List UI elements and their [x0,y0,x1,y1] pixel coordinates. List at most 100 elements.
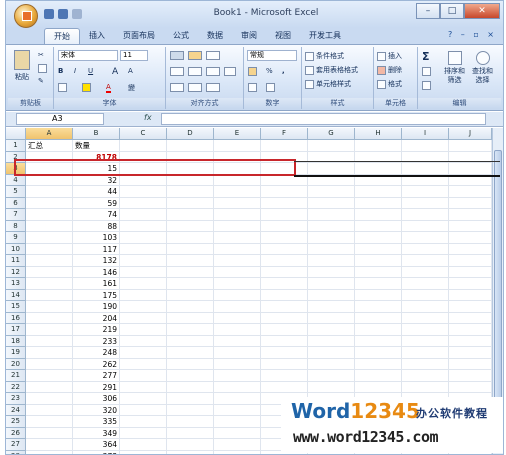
cell-d22[interactable] [167,381,214,393]
align-bottom-icon[interactable] [206,51,220,60]
row-header[interactable]: 27 [6,439,26,451]
row-header[interactable]: 25 [6,416,26,428]
cell-i12[interactable] [402,266,449,278]
cell-g7[interactable] [308,209,355,221]
column-header-h[interactable]: H [355,128,402,140]
cell-a10[interactable] [26,243,73,255]
orientation-icon[interactable] [206,83,220,92]
tab-0[interactable]: 开始 [44,28,80,44]
copy-icon[interactable] [38,64,47,73]
cell-a21[interactable] [26,370,73,382]
cell-d13[interactable] [167,278,214,290]
cell-i11[interactable] [402,255,449,267]
cell-h16[interactable] [355,312,402,324]
cell-e16[interactable] [214,312,261,324]
cell-f11[interactable] [261,255,308,267]
cell-a7[interactable] [26,209,73,221]
cell-c17[interactable] [120,324,167,336]
cell-g10[interactable] [308,243,355,255]
cell-e4[interactable] [214,174,261,186]
cell-e22[interactable] [214,381,261,393]
cell-e14[interactable] [214,289,261,301]
cell-f22[interactable] [261,381,308,393]
cell-g12[interactable] [308,266,355,278]
cell-j10[interactable] [449,243,492,255]
row-header[interactable]: 22 [6,381,26,393]
cell-a9[interactable] [26,232,73,244]
cell-b21[interactable]: 277 [73,370,120,382]
column-header-j[interactable]: J [449,128,492,140]
cell-j17[interactable] [449,324,492,336]
cell-c20[interactable] [120,358,167,370]
cell-styles-button[interactable]: 单元格样式 [305,79,351,89]
cell-c25[interactable] [120,416,167,428]
cell-c9[interactable] [120,232,167,244]
cell-c27[interactable] [120,439,167,451]
increase-decimal-icon[interactable] [248,83,257,92]
cell-i17[interactable] [402,324,449,336]
cell-e28[interactable] [214,450,261,454]
redo-icon[interactable] [72,8,82,19]
row-header[interactable]: 26 [6,427,26,439]
row-header[interactable]: 19 [6,347,26,359]
cell-d27[interactable] [167,439,214,451]
cell-i14[interactable] [402,289,449,301]
cell-a13[interactable] [26,278,73,290]
cell-b8[interactable]: 88 [73,220,120,232]
cell-a11[interactable] [26,255,73,267]
cell-d19[interactable] [167,347,214,359]
cell-f10[interactable] [261,243,308,255]
cell-e13[interactable] [214,278,261,290]
cell-i18[interactable] [402,335,449,347]
cell-a26[interactable] [26,427,73,439]
column-header-b[interactable]: B [73,128,120,140]
cell-e23[interactable] [214,393,261,405]
cell-b23[interactable]: 306 [73,393,120,405]
cell-h9[interactable] [355,232,402,244]
cell-f6[interactable] [261,197,308,209]
font-color-button[interactable]: A [106,83,111,93]
percent-button[interactable]: % [266,67,273,75]
close-button[interactable]: ✕ [464,3,500,19]
align-left-icon[interactable] [170,67,184,76]
font-size-select[interactable]: 11 [120,50,148,61]
cell-e19[interactable] [214,347,261,359]
cell-j7[interactable] [449,209,492,221]
cell-a20[interactable] [26,358,73,370]
cell-a18[interactable] [26,335,73,347]
cell-b5[interactable]: 44 [73,186,120,198]
cell-i3[interactable] [402,163,449,175]
cell-h22[interactable] [355,381,402,393]
cell-h21[interactable] [355,370,402,382]
cell-j9[interactable] [449,232,492,244]
cell-b9[interactable]: 103 [73,232,120,244]
format-button[interactable]: 格式 [377,79,402,89]
cell-d8[interactable] [167,220,214,232]
cell-j5[interactable] [449,186,492,198]
cell-e18[interactable] [214,335,261,347]
cell-d1[interactable] [167,140,214,152]
cell-e7[interactable] [214,209,261,221]
minimize-button[interactable]: – [416,3,440,19]
cell-f14[interactable] [261,289,308,301]
grow-font-button[interactable]: A [112,67,118,77]
column-header-i[interactable]: I [402,128,449,140]
row-header[interactable]: 6 [6,197,26,209]
row-header[interactable]: 5 [6,186,26,198]
cell-j18[interactable] [449,335,492,347]
cell-b7[interactable]: 74 [73,209,120,221]
tab-2[interactable]: 页面布局 [114,28,164,44]
cell-g5[interactable] [308,186,355,198]
cell-d26[interactable] [167,427,214,439]
row-header[interactable]: 20 [6,358,26,370]
cell-j21[interactable] [449,370,492,382]
decrease-decimal-icon[interactable] [266,83,275,92]
cell-i6[interactable] [402,197,449,209]
office-button[interactable] [14,4,38,28]
cell-j16[interactable] [449,312,492,324]
fill-color-button[interactable] [82,83,91,92]
cell-g15[interactable] [308,301,355,313]
cell-b11[interactable]: 132 [73,255,120,267]
cell-f12[interactable] [261,266,308,278]
tab-7[interactable]: 开发工具 [300,28,350,44]
